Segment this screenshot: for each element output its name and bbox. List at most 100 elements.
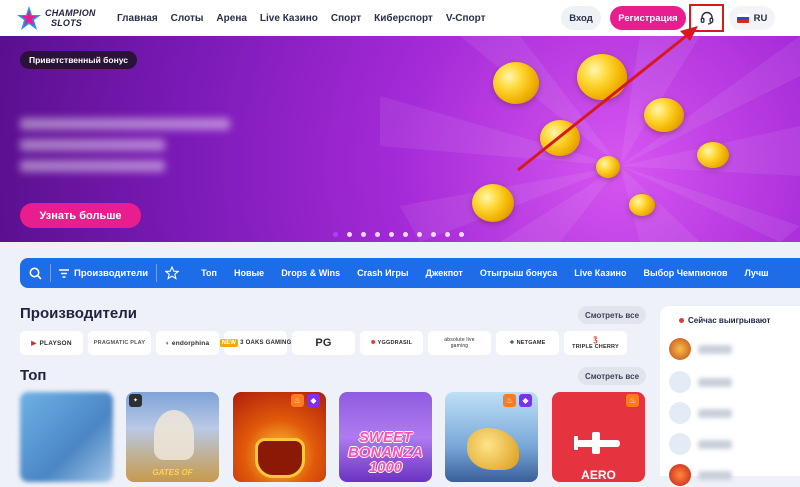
category-new[interactable]: Новые xyxy=(234,268,264,278)
provider-playson-label: PLAYSON xyxy=(39,339,72,347)
carousel-dot[interactable] xyxy=(403,232,408,237)
winner-row[interactable] xyxy=(669,370,789,394)
learn-more-button[interactable]: Узнать больше xyxy=(20,203,141,228)
provider-endorphina[interactable]: ◐ endorphina xyxy=(156,331,219,355)
providers-filter-label: Производители xyxy=(74,267,149,279)
login-button[interactable]: Вход xyxy=(561,6,601,30)
provider-playson[interactable]: ▶ PLAYSON xyxy=(20,331,83,355)
winners-title: Сейчас выигрывают xyxy=(679,316,770,325)
hot-badge-icon: ♨ xyxy=(291,394,304,407)
carousel-dots xyxy=(333,232,464,237)
carousel-dot[interactable] xyxy=(389,232,394,237)
provider-3-oaks[interactable]: NEW 3 OAKS GAMING xyxy=(219,331,291,355)
category-best[interactable]: Лучш xyxy=(745,268,769,278)
winner-avatar xyxy=(669,433,691,455)
category-bar: Производители Топ Новые Drops & Wins Cra… xyxy=(20,258,800,288)
provider-pragmatic-play[interactable]: PRAGMATIC PLAY xyxy=(88,331,151,355)
carousel-dot[interactable] xyxy=(347,232,352,237)
nav-live-casino[interactable]: Live Казино xyxy=(260,13,318,24)
provider-absolute-live-gaming-label: absolute live gaming xyxy=(444,337,475,349)
carousel-dot[interactable] xyxy=(417,232,422,237)
game-tile-golden-pot[interactable]: ♨ ◆ xyxy=(233,392,326,482)
category-live-casino[interactable]: Live Казино xyxy=(574,268,626,278)
provider-yggdrasil[interactable]: ✺ YGGDRASIL xyxy=(360,331,423,355)
winner-blurred-text xyxy=(698,439,732,449)
category-crash-games[interactable]: Crash Игры xyxy=(357,268,408,278)
carousel-dot[interactable] xyxy=(445,232,450,237)
blurred-offer-line-2 xyxy=(20,139,165,151)
category-drops-wins[interactable]: Drops & Wins xyxy=(281,268,340,278)
hot-badge-icon: ♨ xyxy=(626,394,639,407)
gold-coin-image xyxy=(577,54,627,100)
nav-home[interactable]: Главная xyxy=(117,13,158,24)
providers-filter-button[interactable]: Производители xyxy=(51,268,156,279)
carousel-dot[interactable] xyxy=(361,232,366,237)
nav-slots[interactable]: Слоты xyxy=(171,13,204,24)
provider-netgame[interactable]: ❖ NETGAME xyxy=(496,331,559,355)
logo-star-icon xyxy=(17,6,41,30)
game-tile-sweet-bonanza[interactable]: SWEET BONANZA 1000 xyxy=(339,392,432,482)
game-tile-gates-of-olympus[interactable]: ✦ GATES OF xyxy=(126,392,219,482)
star-icon xyxy=(165,266,180,280)
provider-netgame-label: NETGAME xyxy=(516,340,546,346)
winner-blurred-text xyxy=(698,408,732,418)
nav-arena[interactable]: Арена xyxy=(216,13,247,24)
category-bonus-wagering[interactable]: Отыгрыш бонуса xyxy=(480,268,557,278)
nav-sport[interactable]: Спорт xyxy=(331,13,361,24)
gold-coin-image xyxy=(540,120,580,156)
diamond-badge-icon: ◆ xyxy=(519,394,532,407)
carousel-dot[interactable] xyxy=(375,232,380,237)
search-icon xyxy=(29,267,42,280)
live-indicator-icon xyxy=(679,318,684,323)
winner-row[interactable] xyxy=(669,432,789,456)
category-champions-choice[interactable]: Выбор Чемпионов xyxy=(643,268,727,278)
top-see-all-button[interactable]: Смотреть все xyxy=(578,367,646,385)
gold-coin-image xyxy=(644,98,684,132)
winner-row[interactable] xyxy=(669,463,789,487)
language-selector[interactable]: RU xyxy=(729,6,775,30)
providers-section-title: Производители xyxy=(20,305,137,322)
register-button[interactable]: Регистрация xyxy=(610,6,686,30)
providers-list: ▶ PLAYSON PRAGMATIC PLAY ◐ endorphina NEW 3… xyxy=(20,331,627,355)
gold-coin-image xyxy=(493,62,539,104)
gold-coin-image xyxy=(629,194,655,216)
category-jackpot[interactable]: Джекпот xyxy=(426,268,463,278)
gold-coin-image xyxy=(697,142,729,168)
winner-blurred-text xyxy=(698,344,732,354)
provider-pragmatic-play-label: PRAGMATIC PLAY xyxy=(93,340,146,346)
provider-yggdrasil-label: YGGDRASIL xyxy=(377,340,413,346)
game-tile-blurred[interactable] xyxy=(20,392,113,482)
treasure-pot-image xyxy=(255,438,305,478)
providers-see-all-button[interactable]: Смотреть все xyxy=(578,306,646,324)
support-button[interactable] xyxy=(689,4,724,32)
provider-triple-cherry[interactable]: ǯ TRIPLE CHERRY xyxy=(564,331,627,355)
russia-flag-icon xyxy=(736,13,749,23)
winners-title-text: Сейчас выигрывают xyxy=(688,316,771,325)
category-search-button[interactable] xyxy=(20,258,50,288)
welcome-bonus-badge: Приветственный бонус xyxy=(20,51,137,69)
winner-avatar xyxy=(669,371,691,393)
provider-3-oaks-label: 3 OAKS GAMING xyxy=(240,340,292,346)
provider-endorphina-label: endorphina xyxy=(171,339,210,347)
gold-coin-image xyxy=(596,156,620,178)
hot-badge-icon: ♨ xyxy=(503,394,516,407)
promo-banner[interactable]: Приветственный бонус Узнать больше xyxy=(0,36,800,242)
champion-slots-logo[interactable]: CHAMPION SLOTS xyxy=(16,3,108,33)
favorites-button[interactable] xyxy=(157,266,187,280)
game-tile-pegasus[interactable]: ♨ ◆ xyxy=(445,392,538,482)
category-top[interactable]: Топ xyxy=(201,268,217,278)
provider-pg[interactable]: PG xyxy=(292,331,355,355)
winner-avatar xyxy=(669,402,691,424)
winner-blurred-text xyxy=(698,470,732,480)
winner-avatar xyxy=(669,338,691,360)
game-tile-aero[interactable]: ♨ AERO xyxy=(552,392,645,482)
winner-row[interactable] xyxy=(669,401,789,425)
filter-icon xyxy=(59,268,69,278)
nav-esports[interactable]: Киберспорт xyxy=(374,13,433,24)
winner-row[interactable] xyxy=(669,337,789,361)
provider-absolute-live-gaming[interactable]: absolute live gaming xyxy=(428,331,491,355)
carousel-dot[interactable] xyxy=(333,232,338,237)
carousel-dot[interactable] xyxy=(431,232,436,237)
nav-v-sport[interactable]: V-Спорт xyxy=(446,13,486,24)
carousel-dot[interactable] xyxy=(459,232,464,237)
